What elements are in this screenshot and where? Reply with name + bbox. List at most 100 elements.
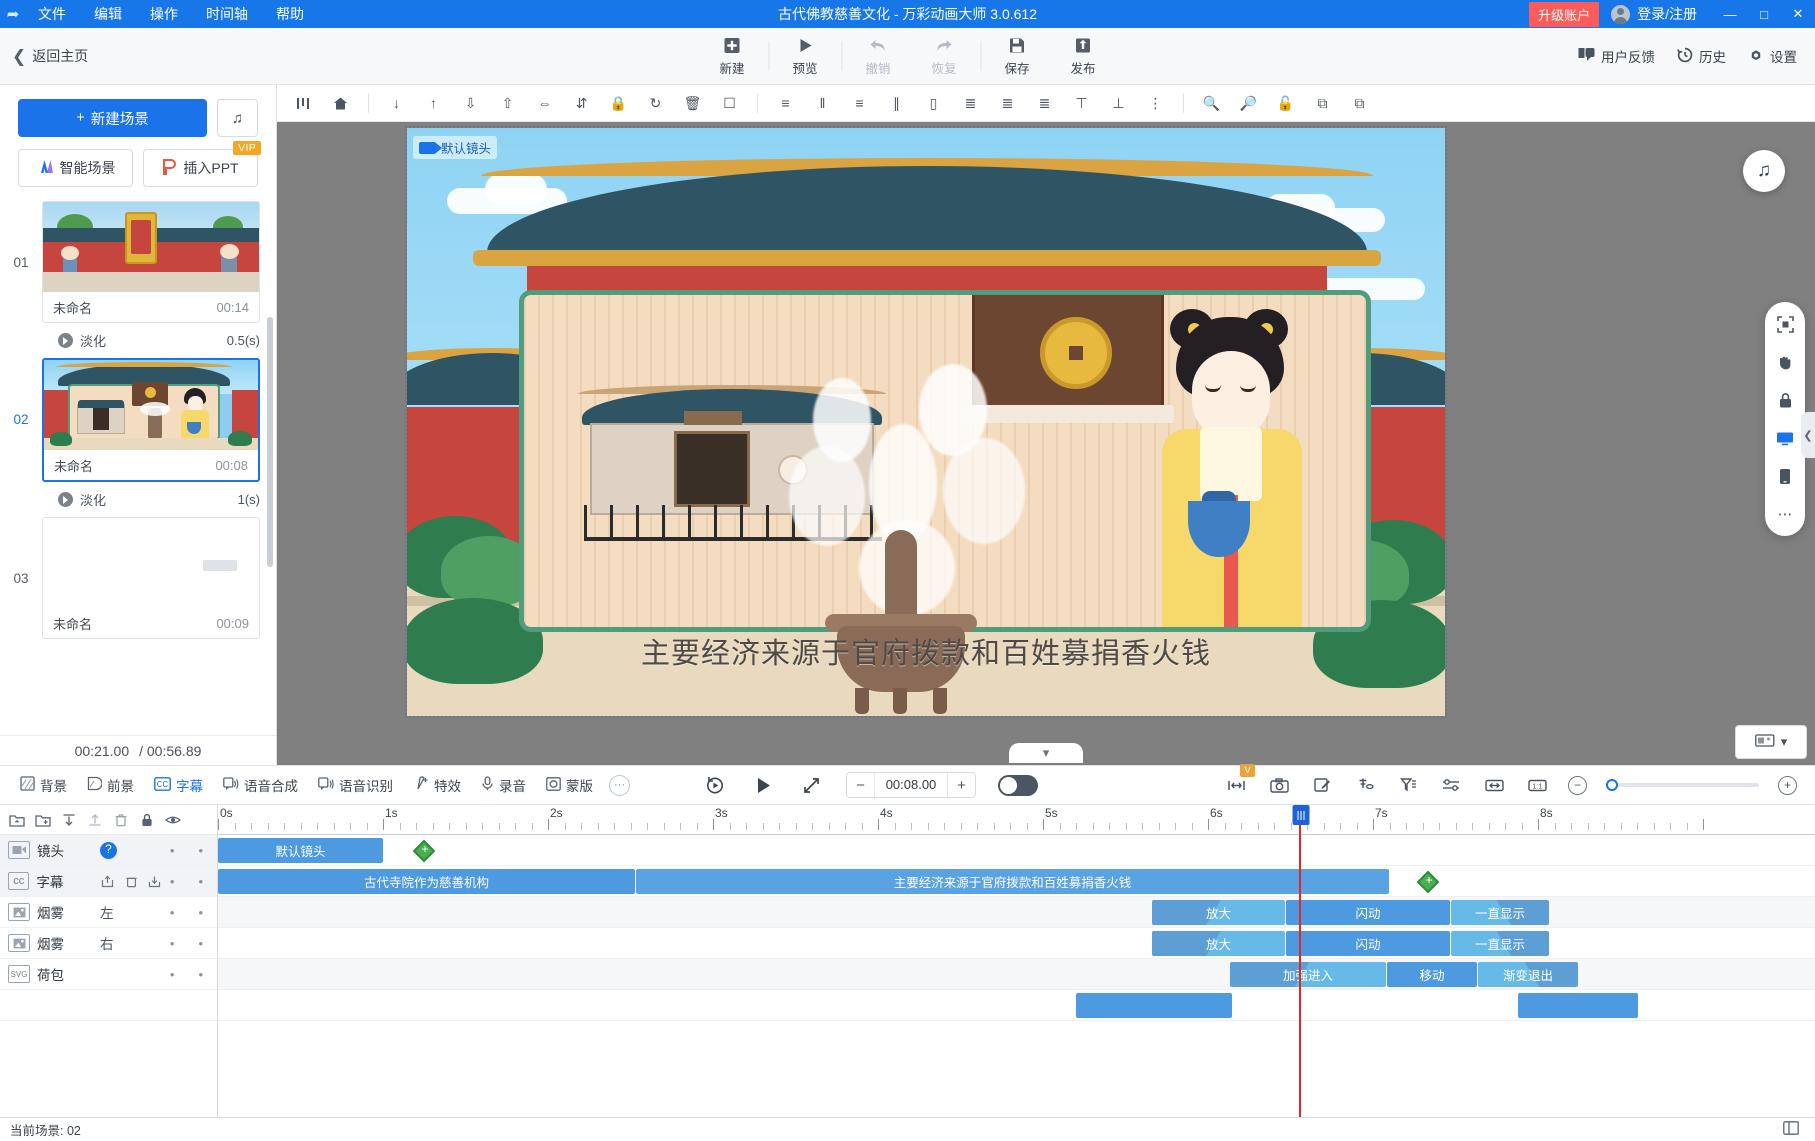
upgrade-account-button[interactable]: 升级账户 bbox=[1529, 1, 1600, 27]
lock-object-icon[interactable]: 🔒 bbox=[600, 88, 637, 118]
new-button[interactable]: 新建 bbox=[699, 28, 765, 84]
track-label-extra[interactable] bbox=[0, 990, 217, 1021]
subtitle-button[interactable]: CC 字幕 bbox=[144, 771, 213, 799]
zoom-out-button[interactable]: − bbox=[1568, 775, 1587, 795]
space-evenly-icon[interactable]: ⋮ bbox=[1137, 88, 1174, 118]
zoom-slider-track[interactable] bbox=[1606, 779, 1759, 791]
subtitle-overlay[interactable]: 主要经济来源于官府拨款和百姓募捐香火钱 bbox=[407, 630, 1445, 672]
track-row-subtitle[interactable]: 古代寺院作为慈善机构 主要经济来源于官府拨款和百姓募捐香火钱 bbox=[218, 866, 1815, 897]
copy-icon[interactable]: ⧉ bbox=[1304, 88, 1341, 118]
filter-icon[interactable] bbox=[1396, 773, 1420, 797]
send-backward-icon[interactable]: ⇩ bbox=[452, 88, 489, 118]
timeline-clip[interactable]: 闪动 bbox=[1286, 900, 1450, 925]
paste-icon[interactable]: ⧉ bbox=[1341, 88, 1378, 118]
scene-list[interactable]: 01 未命名 00:14 淡化 0.5(s) 02 未命名 00:08 淡化 1… bbox=[0, 187, 276, 735]
publish-button[interactable]: 发布 bbox=[1050, 28, 1116, 84]
record-button[interactable]: 录音 bbox=[471, 771, 536, 799]
back-to-home-button[interactable]: ❮ 返回主页 bbox=[12, 46, 88, 66]
scene-item[interactable]: 02 未命名 00:08 bbox=[0, 358, 276, 482]
insert-ppt-button[interactable]: VIP 插入PPT bbox=[143, 141, 261, 187]
track-row-extra[interactable] bbox=[218, 990, 1815, 1021]
trash-icon[interactable] bbox=[123, 873, 139, 890]
track-toggles[interactable]: • • bbox=[170, 936, 217, 951]
help-icon[interactable]: ? bbox=[100, 841, 117, 859]
minimize-button[interactable]: — bbox=[1713, 0, 1747, 28]
scene-transition[interactable]: 淡化 0.5(s) bbox=[0, 323, 276, 358]
menu-operation[interactable]: 操作 bbox=[146, 2, 182, 26]
track-toggles[interactable]: • • bbox=[170, 905, 217, 920]
thumbnail-toggle-button[interactable]: ▾ bbox=[1735, 725, 1807, 759]
save-button[interactable]: 保存 bbox=[984, 28, 1050, 84]
screen-icon[interactable] bbox=[1772, 426, 1798, 450]
timeline-clip[interactable]: 一直显示 bbox=[1451, 931, 1549, 956]
play-icon[interactable] bbox=[750, 772, 776, 798]
track-label-camera[interactable]: 镜头 ? • • bbox=[0, 835, 217, 866]
track-label-smoke-right[interactable]: 烟雾 右 • • bbox=[0, 928, 217, 959]
timeline-ruler[interactable]: 0s 1s 2s 3s 4s 5s 6s 7s 8s bbox=[218, 805, 1815, 835]
export-icon[interactable] bbox=[99, 873, 115, 890]
timeline-clip[interactable]: 闪动 bbox=[1286, 931, 1450, 956]
fit-frame-icon[interactable] bbox=[1772, 312, 1798, 336]
history-button[interactable]: 历史 bbox=[1677, 46, 1726, 66]
smoke-left[interactable] bbox=[789, 446, 865, 546]
settings-sliders-icon[interactable] bbox=[1439, 773, 1463, 797]
import-icon[interactable] bbox=[146, 873, 162, 890]
timeline-clip[interactable]: 主要经济来源于官府拨款和百姓募捐香火钱 bbox=[636, 869, 1389, 894]
layout-icon[interactable] bbox=[1783, 1121, 1799, 1138]
new-scene-button[interactable]: + 新建场景 bbox=[18, 99, 207, 137]
settings-button[interactable]: 设置 bbox=[1748, 46, 1797, 66]
scene-transition[interactable]: 淡化 1(s) bbox=[0, 482, 276, 517]
playhead-handle[interactable] bbox=[1292, 805, 1310, 825]
timeline-clip[interactable]: 渐变退出 bbox=[1478, 962, 1578, 987]
more-dots-icon[interactable]: ⋯ bbox=[1772, 502, 1798, 526]
zoom-slider[interactable] bbox=[1606, 779, 1759, 791]
duration-value[interactable]: 00:08.00 bbox=[874, 773, 948, 797]
timeline-clip[interactable]: 放大 bbox=[1152, 900, 1285, 925]
track-label-subtitle[interactable]: cc 字幕 • • bbox=[0, 866, 217, 897]
asr-button[interactable]: 语音识别 bbox=[308, 771, 403, 799]
scene-card[interactable]: 未命名 00:09 bbox=[42, 517, 260, 639]
background-music-button[interactable]: ♫ bbox=[1743, 150, 1785, 192]
login-register-link[interactable]: 登录/注册 bbox=[1637, 4, 1697, 24]
rail-collapse-button[interactable]: ❮ bbox=[1801, 412, 1815, 458]
track-row-purse[interactable]: 加强进入 移动 渐变退出 bbox=[218, 959, 1815, 990]
zoom-slider-knob[interactable] bbox=[1606, 779, 1618, 791]
one-to-one-icon[interactable]: 1:1 bbox=[1525, 773, 1549, 797]
menu-timeline[interactable]: 时间轴 bbox=[202, 2, 252, 26]
maximize-button[interactable]: □ bbox=[1747, 0, 1781, 28]
canvas-collapse-button[interactable]: ▾ bbox=[1009, 743, 1083, 763]
smoke-right[interactable] bbox=[943, 438, 1025, 544]
track-toggles[interactable]: • • bbox=[170, 843, 217, 858]
keyframe-marker[interactable] bbox=[412, 839, 436, 863]
align-right-icon[interactable]: ≡ bbox=[841, 88, 878, 118]
unlock-canvas-icon[interactable]: 🔓 bbox=[1267, 88, 1304, 118]
lock-icon[interactable] bbox=[1772, 388, 1798, 412]
stage-canvas[interactable]: 默认镜头 主要经济来源于官府拨款和百姓募捐香火钱 bbox=[405, 126, 1447, 718]
track-row-camera[interactable]: 默认镜头 bbox=[218, 835, 1815, 866]
menu-edit[interactable]: 编辑 bbox=[90, 2, 126, 26]
duration-increase-button[interactable]: + bbox=[948, 773, 975, 797]
timeline-clip[interactable]: 一直显示 bbox=[1451, 900, 1549, 925]
zoom-in-canvas-icon[interactable]: 🔍 bbox=[1193, 88, 1230, 118]
scene-list-scrollbar[interactable] bbox=[267, 317, 273, 567]
reset-icon[interactable]: ↻ bbox=[637, 88, 674, 118]
align-top-icon[interactable]: ↑ bbox=[415, 88, 452, 118]
preview-button[interactable]: 预览 bbox=[772, 28, 838, 84]
tts-button[interactable]: 语音合成 bbox=[213, 771, 308, 799]
mobile-icon[interactable] bbox=[1772, 464, 1798, 488]
duration-decrease-button[interactable]: − bbox=[847, 773, 874, 797]
group-icon[interactable]: ☐ bbox=[711, 88, 748, 118]
align-center-h-icon[interactable]: ‖ bbox=[804, 88, 841, 118]
menu-file[interactable]: 文件 bbox=[34, 2, 70, 26]
timeline-clip[interactable]: 加强进入 bbox=[1230, 962, 1386, 987]
import-folder-icon[interactable] bbox=[4, 807, 30, 833]
magnet-icon[interactable] bbox=[1353, 773, 1377, 797]
undo-button[interactable]: 撤销 bbox=[845, 28, 911, 84]
timeline-clip[interactable]: 古代寺院作为慈善机构 bbox=[218, 869, 635, 894]
track-row-smoke-left[interactable]: 放大 闪动 一直显示 bbox=[218, 897, 1815, 928]
flip-vertical-icon[interactable]: ⇵ bbox=[563, 88, 600, 118]
zoom-out-canvas-icon[interactable]: 🔎 bbox=[1230, 88, 1267, 118]
timeline-clip[interactable]: 放大 bbox=[1152, 931, 1285, 956]
align-top-edge-icon[interactable]: ▯ bbox=[915, 88, 952, 118]
track-row-smoke-right[interactable]: 放大 闪动 一直显示 bbox=[218, 928, 1815, 959]
